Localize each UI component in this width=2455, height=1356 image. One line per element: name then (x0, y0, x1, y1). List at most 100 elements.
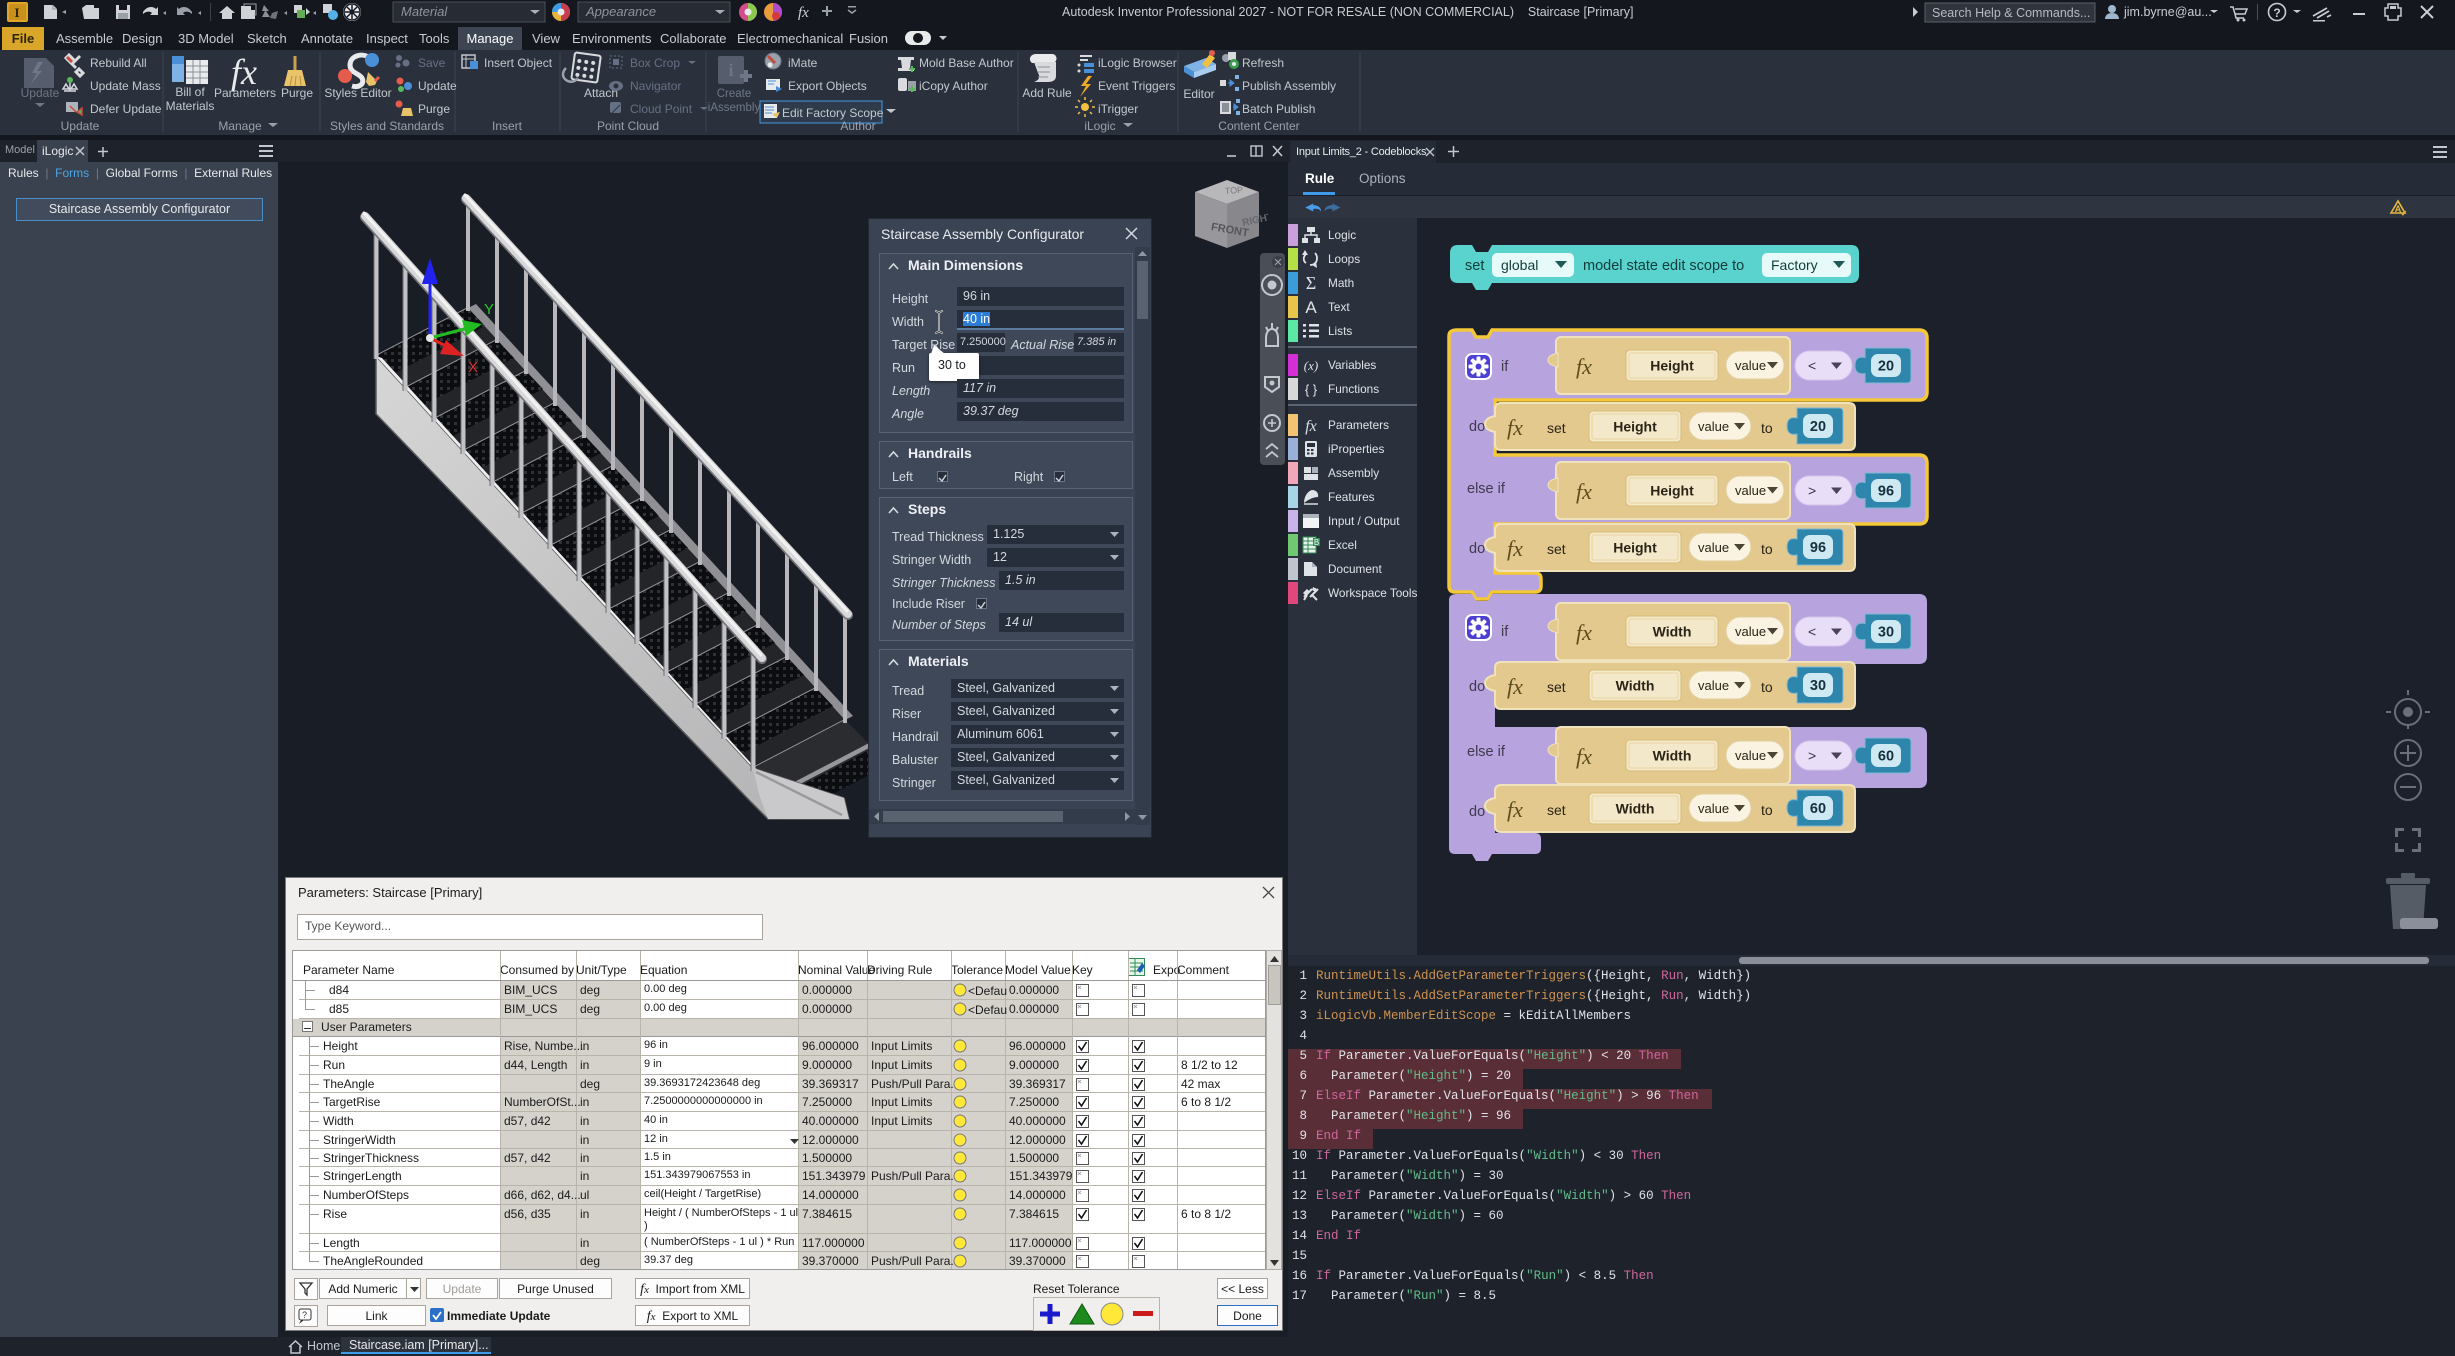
svg-text:Content Center: Content Center (1218, 119, 1299, 133)
svg-text:value: value (1735, 483, 1766, 498)
svg-text:Point Cloud: Point Cloud (597, 119, 659, 133)
svg-text:fx: fx (798, 5, 809, 21)
svg-text:fx: fx (1576, 744, 1592, 769)
svg-text:do: do (1469, 804, 1485, 820)
svg-text:value: value (1698, 540, 1729, 555)
svg-text:>: > (1808, 483, 1816, 499)
svg-text:to: to (1761, 802, 1773, 818)
svg-text:Width: Width (1653, 748, 1692, 764)
svg-text:Manage: Manage (218, 119, 262, 133)
svg-text:(x): (x) (1304, 358, 1318, 373)
svg-text:model state edit scope to: model state edit scope to (1583, 258, 1744, 274)
svg-text:A: A (1305, 298, 1317, 317)
svg-text:I: I (14, 5, 19, 20)
svg-text:Height: Height (1613, 419, 1657, 435)
svg-text:Purge: Purge (418, 102, 450, 116)
svg-text:value: value (1698, 419, 1729, 434)
svg-text:fx: fx (1507, 536, 1523, 561)
svg-text:value: value (1735, 748, 1766, 763)
svg-text:Navigator: Navigator (630, 79, 681, 93)
svg-text:20: 20 (1810, 419, 1826, 435)
svg-text:iTrigger: iTrigger (1098, 102, 1138, 116)
svg-text:Cloud Point: Cloud Point (630, 102, 693, 116)
svg-text:Edit Factory Scope: Edit Factory Scope (782, 106, 884, 120)
svg-text:else if: else if (1467, 744, 1506, 760)
svg-text:fx: fx (1507, 674, 1523, 699)
svg-text:Batch Publish: Batch Publish (1242, 102, 1315, 116)
svg-text:<: < (1808, 624, 1816, 640)
svg-text:value: value (1698, 678, 1729, 693)
svg-text:fx: fx (1576, 620, 1592, 645)
svg-text:Insert Object: Insert Object (484, 56, 553, 70)
svg-text:Σ: Σ (1306, 273, 1316, 293)
svg-text:Y: Y (484, 301, 494, 318)
svg-text:fx: fx (1305, 418, 1317, 435)
svg-text:if: if (1501, 359, 1509, 375)
svg-text:fx: fx (1507, 797, 1523, 822)
svg-text:Update: Update (21, 86, 60, 100)
svg-text:Defer Update: Defer Update (90, 102, 162, 116)
svg-text:Event Triggers: Event Triggers (1098, 79, 1175, 93)
svg-text:Mold Base Author: Mold Base Author (919, 56, 1014, 70)
svg-text:Parameters: Parameters (214, 86, 276, 100)
svg-text:to: to (1761, 679, 1773, 695)
svg-text:Material: Material (401, 4, 448, 19)
svg-text:Styles Editor: Styles Editor (324, 86, 391, 100)
svg-text:30: 30 (1878, 625, 1894, 641)
svg-text:Box Crop: Box Crop (630, 56, 680, 70)
svg-text:30: 30 (1810, 678, 1826, 694)
svg-text:Insert: Insert (492, 119, 523, 133)
svg-text:<: < (1808, 358, 1816, 374)
svg-text:20: 20 (1878, 359, 1894, 375)
svg-text:set: set (1547, 679, 1566, 695)
svg-text:set: set (1465, 258, 1484, 274)
svg-text:Update: Update (61, 119, 100, 133)
svg-text:Purge: Purge (281, 86, 313, 100)
svg-text:do: do (1469, 419, 1485, 435)
svg-text:do: do (1469, 679, 1485, 695)
svg-text:to: to (1761, 541, 1773, 557)
svg-text:Factory: Factory (1771, 257, 1818, 273)
svg-text:set: set (1547, 541, 1566, 557)
svg-text:Height: Height (1650, 483, 1694, 499)
svg-text:to: to (1761, 420, 1773, 436)
svg-text:Width: Width (1616, 801, 1655, 817)
svg-text:iAssembly: iAssembly (708, 102, 761, 114)
svg-text:Width: Width (1653, 624, 1692, 640)
svg-text:set: set (1547, 802, 1566, 818)
svg-text:iCopy Author: iCopy Author (919, 79, 988, 93)
svg-text:value: value (1698, 801, 1729, 816)
svg-text:Author: Author (840, 119, 875, 133)
svg-text:fx: fx (1576, 354, 1592, 379)
svg-text:iLogic: iLogic (1084, 119, 1115, 133)
svg-text:TOP: TOP (1224, 185, 1243, 196)
svg-text:Refresh: Refresh (1242, 56, 1284, 70)
svg-text:jim.byrne@au...: jim.byrne@au... (2123, 5, 2212, 19)
svg-text:Appearance: Appearance (585, 4, 656, 19)
svg-text:iLogic Browser: iLogic Browser (1098, 56, 1177, 70)
svg-text:set: set (1547, 420, 1566, 436)
svg-text:X: X (468, 359, 478, 376)
svg-text:do: do (1469, 541, 1485, 557)
svg-text:Rebuild All: Rebuild All (90, 56, 147, 70)
svg-text:value: value (1735, 358, 1766, 373)
svg-text:Save: Save (418, 56, 446, 70)
svg-text:else if: else if (1467, 481, 1506, 497)
svg-text:Export Objects: Export Objects (788, 79, 867, 93)
svg-text:Publish Assembly: Publish Assembly (1242, 79, 1336, 93)
svg-text:value: value (1735, 624, 1766, 639)
svg-text:{ }: { } (1305, 382, 1318, 397)
svg-text:96: 96 (1810, 540, 1826, 556)
svg-text:Editor: Editor (1183, 87, 1214, 101)
svg-text:?: ? (302, 1310, 307, 1320)
svg-text:60: 60 (1810, 801, 1826, 817)
svg-text:Width: Width (1616, 678, 1655, 694)
svg-text:global: global (1501, 257, 1538, 273)
svg-text:iMate: iMate (788, 56, 818, 70)
svg-text:if: if (1501, 624, 1509, 640)
svg-text:96: 96 (1878, 484, 1894, 500)
svg-text:Search Help & Commands...: Search Help & Commands... (1932, 6, 2090, 20)
svg-text:fx: fx (1507, 415, 1523, 440)
svg-text:Bill of: Bill of (175, 85, 205, 99)
svg-text:B: B (1314, 538, 1319, 547)
